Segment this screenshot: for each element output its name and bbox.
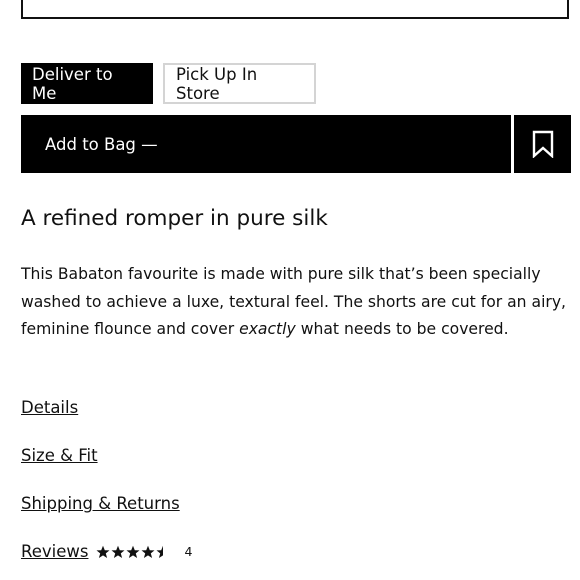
size-fit-link[interactable]: Size & Fit — [21, 446, 98, 465]
deliver-to-me-button[interactable]: Deliver to Me — [21, 63, 153, 104]
review-count: 4 — [184, 544, 193, 559]
bookmark-icon — [532, 130, 553, 158]
star-icon — [111, 545, 125, 558]
description-emphasis: exactly — [239, 320, 296, 338]
add-to-bag-button[interactable]: Add to Bag — — [21, 115, 511, 173]
size-select-field[interactable] — [21, 0, 569, 19]
wishlist-button[interactable] — [514, 115, 571, 173]
description-text-end: what needs to be covered. — [295, 320, 509, 338]
reviews-row: Reviews 4 — [21, 542, 192, 561]
star-icon — [141, 545, 155, 558]
bag-actions: Add to Bag — — [21, 115, 571, 173]
star-rating — [96, 545, 170, 559]
reviews-link[interactable]: Reviews — [21, 542, 88, 561]
shipping-returns-link[interactable]: Shipping & Returns — [21, 494, 180, 513]
details-link[interactable]: Details — [21, 398, 78, 417]
star-icon — [126, 545, 140, 558]
pick-up-in-store-button[interactable]: Pick Up In Store — [163, 63, 316, 104]
star-icon — [156, 545, 164, 558]
product-description: This Babaton favourite is made with pure… — [21, 261, 577, 344]
delivery-options: Deliver to Me Pick Up In Store — [21, 63, 316, 104]
product-headline: A refined romper in pure silk — [21, 206, 328, 231]
star-icon — [96, 545, 110, 558]
